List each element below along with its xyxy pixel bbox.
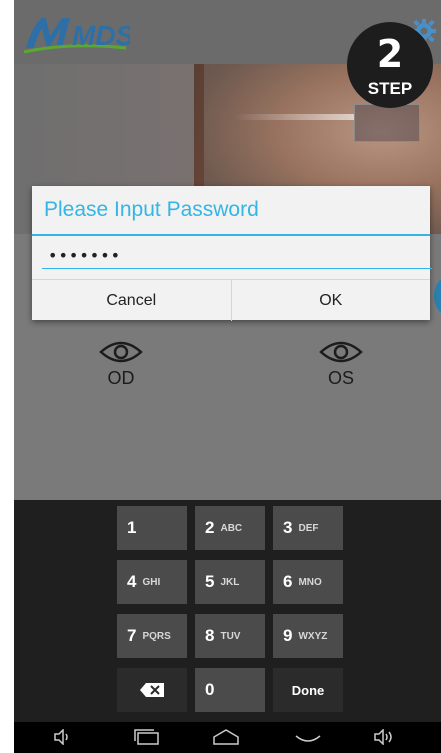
delete-key[interactable] xyxy=(117,668,187,712)
key-9[interactable]: 9 WXYZ xyxy=(273,614,343,658)
numeric-keypad: 1 2 ABC 3 DEF 4 GHI 5 JKL 6 MNO 7 PQRS 8… xyxy=(14,500,441,722)
od-selector[interactable]: OD xyxy=(86,338,156,389)
key-digit: 3 xyxy=(283,518,293,537)
recent-apps-icon[interactable] xyxy=(134,729,160,745)
logo-text: MDS xyxy=(72,20,130,51)
device-frame: MDS OD OS 1 2 ABC 3 DEF 4 GHI 5 JKL 6 MN… xyxy=(0,0,441,753)
key-digit: 6 xyxy=(283,572,293,591)
back-icon[interactable] xyxy=(294,734,322,744)
key-0[interactable]: 0 xyxy=(195,668,265,712)
key-letters: MNO xyxy=(298,576,322,588)
key-digit: 5 xyxy=(205,572,215,591)
os-selector[interactable]: OS xyxy=(306,338,376,389)
eye-icon xyxy=(99,341,143,363)
hero-light-beam xyxy=(234,114,354,120)
backspace-icon xyxy=(140,683,164,697)
key-digit: 8 xyxy=(205,626,215,645)
key-digit: 0 xyxy=(205,680,215,699)
side-indicator xyxy=(434,276,441,316)
key-letters: JKL xyxy=(220,576,240,588)
mds-logo: MDS xyxy=(23,18,130,54)
od-label: OD xyxy=(107,368,135,388)
dialog-button-row: Cancel OK xyxy=(32,279,430,321)
key-digit: 1 xyxy=(127,518,137,537)
key-letters: TUV xyxy=(220,630,241,642)
step-badge: 2 STEP xyxy=(347,22,433,108)
key-4[interactable]: 4 GHI xyxy=(117,560,187,604)
key-letters: ABC xyxy=(220,522,243,534)
done-key[interactable]: Done xyxy=(273,668,343,712)
hero-eye-focus-box xyxy=(354,104,420,142)
ok-button[interactable]: OK xyxy=(230,280,431,321)
step-number: 2 xyxy=(376,32,404,76)
key-8[interactable]: 8 TUV xyxy=(195,614,265,658)
system-nav-bar xyxy=(14,722,441,753)
key-letters: DEF xyxy=(298,522,319,534)
key-5[interactable]: 5 JKL xyxy=(195,560,265,604)
os-label: OS xyxy=(327,368,354,388)
dialog-title: Please Input Password xyxy=(44,198,259,221)
key-digit: 4 xyxy=(127,572,137,591)
cancel-button[interactable]: Cancel xyxy=(32,280,231,321)
key-3[interactable]: 3 DEF xyxy=(273,506,343,550)
key-digit: 7 xyxy=(127,626,137,645)
volume-up-icon[interactable] xyxy=(374,729,396,745)
dialog-title-divider xyxy=(32,234,430,236)
key-digit: 2 xyxy=(205,518,215,537)
key-digit: 9 xyxy=(283,626,293,645)
key-letters: WXYZ xyxy=(298,630,328,642)
key-7[interactable]: 7 PQRS xyxy=(117,614,187,658)
key-6[interactable]: 6 MNO xyxy=(273,560,343,604)
key-2[interactable]: 2 ABC xyxy=(195,506,265,550)
password-dialog: Please Input Password Cancel OK xyxy=(32,186,432,321)
volume-down-icon[interactable] xyxy=(54,729,72,745)
done-label: Done xyxy=(291,682,325,698)
key-1[interactable]: 1 xyxy=(117,506,187,550)
app-screen: MDS OD OS 1 2 ABC 3 DEF 4 GHI 5 JKL 6 MN… xyxy=(14,0,441,753)
key-letters: GHI xyxy=(142,576,161,588)
eye-icon xyxy=(319,341,363,363)
step-label: STEP xyxy=(367,79,413,98)
home-icon[interactable] xyxy=(212,729,240,745)
password-field[interactable] xyxy=(42,242,432,269)
key-letters: PQRS xyxy=(142,630,171,642)
